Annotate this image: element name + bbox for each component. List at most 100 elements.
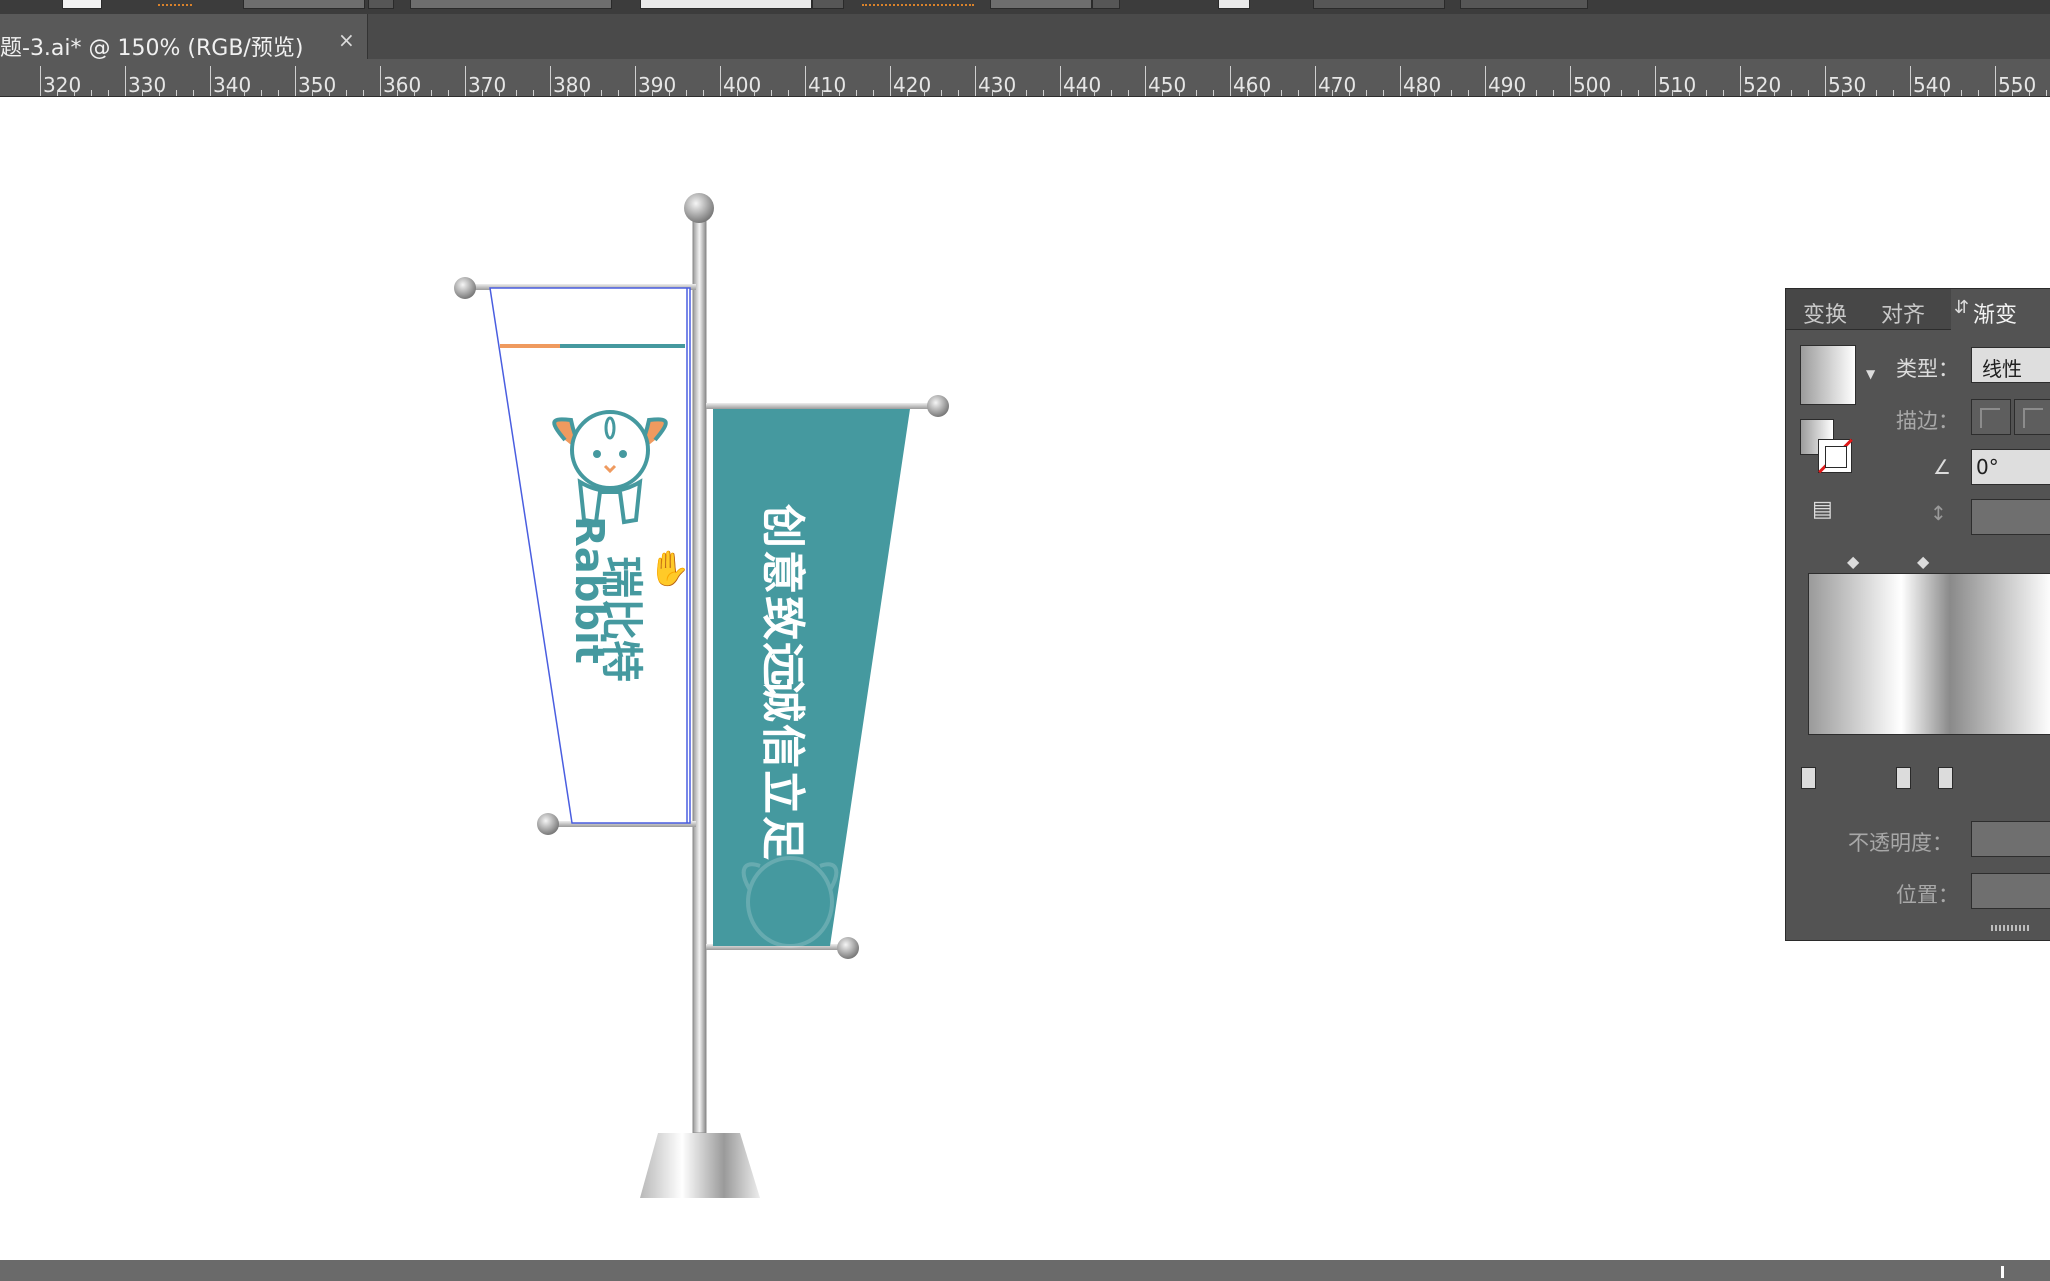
stroke-along-button[interactable] <box>2014 399 2050 435</box>
ruler-minor-tick <box>1927 90 1928 96</box>
ruler-minor-tick <box>1808 90 1809 96</box>
style-dotted-indicator <box>862 0 974 6</box>
midpoint-diamond-1[interactable]: ◆ <box>1847 552 1859 571</box>
ruler-label: 400 <box>723 73 762 97</box>
ruler-minor-tick <box>1128 90 1129 96</box>
ruler-minor-tick <box>1757 90 1758 96</box>
ruler-minor-tick <box>1961 90 1962 96</box>
ruler-minor-tick <box>414 90 415 96</box>
horizontal-ruler[interactable]: 320 330 340 350 360 370 380 390 400 410 420 430 440 4… <box>0 59 2050 97</box>
chevron-down-icon[interactable]: ▼ <box>1866 367 1875 381</box>
ruler-minor-tick <box>856 90 857 96</box>
ruler-minor-tick <box>516 90 517 96</box>
ruler-minor-tick <box>1978 90 1979 96</box>
ruler-label: 430 <box>978 73 1017 97</box>
ruler-minor-tick <box>584 90 585 96</box>
style-swatch[interactable] <box>1218 0 1250 9</box>
ruler-major-tick <box>1400 66 1401 96</box>
right-bottom-rod-ball[interactable] <box>837 937 859 959</box>
ruler-minor-tick <box>1876 90 1877 96</box>
ruler-label: 510 <box>1658 73 1697 97</box>
gradient-slider[interactable] <box>1808 573 2050 735</box>
ruler-minor-tick <box>618 90 619 96</box>
stroke-weight-field[interactable] <box>243 0 365 9</box>
document-tab[interactable]: 题-3.ai* @ 150% (RGB/预览) × <box>0 14 368 61</box>
fill-stroke-icon[interactable] <box>1800 419 1856 475</box>
midpoint-diamond-2[interactable]: ◆ <box>1917 552 1929 571</box>
ruler-minor-tick <box>108 90 109 96</box>
position-field[interactable] <box>1971 873 2050 909</box>
ruler-minor-tick <box>1638 90 1639 96</box>
ruler-minor-tick <box>2012 90 2013 96</box>
tab-align[interactable]: 对齐 <box>1881 297 1925 329</box>
flag-pole[interactable] <box>692 214 707 1134</box>
ruler-minor-tick <box>1111 90 1112 96</box>
ruler-minor-tick <box>397 90 398 96</box>
ruler-minor-tick <box>1383 90 1384 96</box>
close-icon[interactable]: × <box>338 28 355 52</box>
tab-transform[interactable]: 变换 <box>1803 297 1847 329</box>
opacity-field[interactable] <box>990 0 1092 9</box>
ruler-minor-tick <box>1502 90 1503 96</box>
opacity-label: 不透明度： <box>1848 831 1953 855</box>
ruler-minor-tick <box>74 90 75 96</box>
ruler-label: 480 <box>1403 73 1442 97</box>
aspect-ratio-field[interactable] <box>1971 499 2050 535</box>
brush-definition-field[interactable] <box>640 0 812 9</box>
right-flag-top-rod[interactable] <box>706 403 940 409</box>
brush-dropdown[interactable] <box>812 0 844 9</box>
recolor-button[interactable] <box>1313 0 1445 9</box>
left-top-rod-ball[interactable] <box>454 277 476 299</box>
ruler-label: 530 <box>1828 73 1867 97</box>
ruler-major-tick <box>1485 66 1486 96</box>
gradient-swatch-icon[interactable] <box>1800 345 1856 405</box>
stroke-label: 描边： <box>1896 409 1959 433</box>
pole-top-ball[interactable] <box>684 193 714 223</box>
gradient-stop-3[interactable] <box>1938 767 1953 789</box>
ruler-minor-tick <box>1213 90 1214 96</box>
fill-swatch-control[interactable] <box>62 0 102 9</box>
stroke-within-button[interactable] <box>1971 399 2011 435</box>
opacity-dropdown[interactable] <box>1092 0 1120 9</box>
ruler-minor-tick <box>142 90 143 96</box>
ruler-label: 550 <box>1998 73 2037 97</box>
ruler-minor-tick <box>873 90 874 96</box>
ruler-minor-tick <box>448 90 449 96</box>
ruler-minor-tick <box>601 90 602 96</box>
artboard-canvas[interactable]: 瑞比特 Rabbit 创意致远 诚信立足 <box>0 97 2050 1260</box>
brand-name-en: Rabbit <box>566 516 612 664</box>
tab-menu-chevron-icon[interactable]: ⇵ <box>1954 297 1969 318</box>
tab-gradient[interactable]: 渐变 <box>1973 297 2017 329</box>
ruler-minor-tick <box>499 90 500 96</box>
ruler-minor-tick <box>312 90 313 96</box>
ruler-minor-tick <box>261 90 262 96</box>
stroke-dropdown[interactable] <box>368 0 394 9</box>
ruler-minor-tick <box>1434 90 1435 96</box>
slogan-line-2: 诚信立足 <box>757 678 808 862</box>
ruler-major-tick <box>125 66 126 96</box>
panel-resize-grip[interactable] <box>1991 925 2031 931</box>
angle-value: 0° <box>1976 455 1999 479</box>
pole-base[interactable] <box>640 1133 760 1198</box>
ruler-minor-tick <box>278 90 279 96</box>
gradient-stop-2[interactable] <box>1896 767 1911 789</box>
reverse-gradient-icon[interactable]: ▤ <box>1812 497 1833 522</box>
artwork-svg: 瑞比特 Rabbit 创意致远 诚信立足 <box>454 193 949 1198</box>
left-bottom-rod-ball[interactable] <box>537 813 559 835</box>
ruler-minor-tick <box>159 90 160 96</box>
control-bar <box>0 0 2050 14</box>
right-top-rod-ball[interactable] <box>927 395 949 417</box>
variable-width-field[interactable] <box>410 0 612 9</box>
ruler-major-tick <box>1995 66 1996 96</box>
ruler-minor-tick <box>1842 90 1843 96</box>
ruler-minor-tick <box>1298 90 1299 96</box>
ruler-major-tick <box>1655 66 1656 96</box>
ruler-minor-tick <box>1468 90 1469 96</box>
ruler-major-tick <box>465 66 466 96</box>
isolate-button[interactable] <box>1460 0 1588 9</box>
type-select[interactable]: 线性 <box>1971 347 2050 383</box>
opacity-field[interactable] <box>1971 821 2050 857</box>
angle-field[interactable]: 0° <box>1971 449 2050 485</box>
gradient-stop-1[interactable] <box>1801 767 1816 789</box>
ruler-minor-tick <box>363 90 364 96</box>
